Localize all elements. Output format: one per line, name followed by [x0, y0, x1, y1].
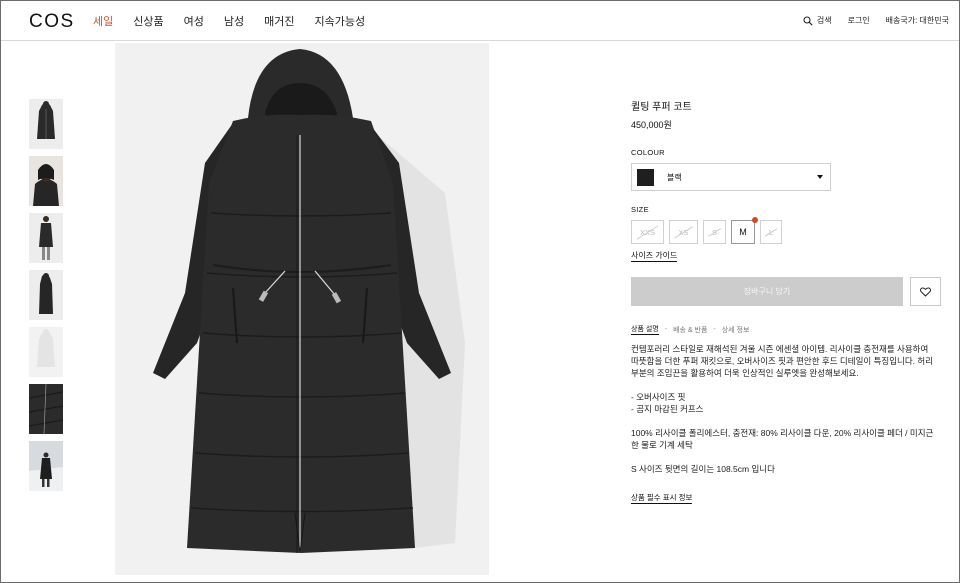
cos-logo[interactable]: COS	[29, 11, 75, 33]
size-option-m[interactable]: M	[731, 217, 758, 244]
thumbnail-gallery	[29, 99, 65, 498]
length-info: S 사이즈 뒷면의 길이는 108.5cm 입니다	[631, 464, 775, 474]
size-option-s[interactable]: S	[703, 220, 726, 244]
thumbnail-front-view[interactable]	[29, 99, 63, 149]
coat-side-image	[39, 273, 53, 314]
add-to-cart-button[interactable]: 장바구니 담기	[631, 277, 903, 306]
main-product-image[interactable]	[115, 43, 489, 575]
search-button[interactable]: 검색	[803, 15, 832, 26]
colour-dropdown[interactable]: 블랙	[631, 163, 831, 191]
coat-thumbnail-image	[37, 101, 55, 139]
size-option-m-label: M	[739, 227, 747, 237]
search-icon	[803, 15, 813, 26]
thumbnail-model-closeup[interactable]	[29, 156, 63, 206]
thumbnail-side-view[interactable]	[29, 270, 63, 320]
login-link[interactable]: 로그인	[848, 15, 870, 26]
product-title: 퀼팅 푸퍼 코트	[631, 102, 692, 113]
material-care: 100% 리사이클 폴리에스터, 충전재: 80% 리사이클 다운, 20% 리…	[631, 428, 934, 450]
low-stock-dot	[752, 217, 758, 223]
size-label: SIZE	[631, 205, 649, 214]
fabric-detail-image	[29, 384, 63, 434]
required-product-info-link[interactable]: 상품 필수 표시 정보	[631, 492, 693, 504]
description-paragraph: 컨템포러리 스타일로 재해석된 겨울 시즌 에센셜 아이템. 리사이클 충전재를…	[631, 344, 934, 378]
feature-list: - 오버사이즈 핏 - 곰지 마감된 커프스	[631, 391, 936, 415]
shipping-country-selector[interactable]: 배송국가: 대한민국	[886, 15, 949, 26]
tab-shipping-returns[interactable]: 배송 & 반품	[673, 325, 707, 335]
feature-item: - 오버사이즈 핏	[631, 392, 686, 402]
main-nav: 세일 신상품 여성 남성 매거진 지속가능성	[93, 13, 385, 29]
nav-item-sustainability[interactable]: 지속가능성	[315, 13, 366, 29]
purchase-actions: 장바구니 담기	[631, 277, 941, 306]
wishlist-button[interactable]	[910, 277, 941, 306]
nav-item-new[interactable]: 신상품	[133, 13, 163, 29]
tab-separator: -	[664, 326, 668, 333]
colour-swatch	[637, 168, 654, 186]
nav-item-women[interactable]: 여성	[184, 13, 204, 29]
heart-icon	[920, 286, 931, 297]
info-tabs: 상품 설명 - 배송 & 반품 - 상세 정보	[631, 324, 941, 335]
size-option-xs[interactable]: XS	[669, 220, 698, 244]
nav-item-sale[interactable]: 세일	[93, 13, 113, 29]
tab-description[interactable]: 상품 설명	[631, 324, 659, 335]
size-option-xxs[interactable]: XXS	[631, 220, 664, 244]
product-price: 450,000원	[631, 120, 672, 130]
size-selector: XXS XS S M L	[631, 217, 941, 244]
thumbnail-back-view[interactable]	[29, 327, 63, 377]
thumbnail-outdoor[interactable]	[29, 441, 63, 491]
colour-label: COLOUR	[631, 148, 665, 157]
chevron-down-icon	[817, 175, 823, 179]
outdoor-image	[29, 441, 63, 491]
thumbnail-model-full[interactable]	[29, 213, 63, 263]
size-option-l[interactable]: L	[760, 220, 782, 244]
tab-separator: -	[713, 326, 716, 333]
model-closeup-image	[29, 156, 63, 206]
product-description: 컨템포러리 스타일로 재해석된 겨울 시즌 에센셜 아이템. 리사이클 충전재를…	[631, 343, 936, 475]
product-info-panel: 퀼팅 푸퍼 코트 450,000원 COLOUR 블랙 SIZE XXS XS …	[631, 98, 941, 505]
tab-details[interactable]: 상세 정보	[722, 325, 750, 335]
search-label: 검색	[816, 16, 832, 25]
size-guide-link[interactable]: 사이즈 가이드	[631, 250, 678, 262]
nav-item-men[interactable]: 남성	[224, 13, 244, 29]
header-utilities: 검색 로그인 배송국가: 대한민국	[787, 15, 949, 26]
quilted-puffer-coat-image	[115, 43, 489, 575]
coat-back-image	[37, 329, 55, 367]
site-header: COS 세일 신상품 여성 남성 매거진 지속가능성 검색 로그인 배송국가: …	[1, 1, 959, 41]
model-full-image	[39, 216, 53, 260]
colour-value: 블랙	[667, 172, 682, 182]
thumbnail-fabric-detail[interactable]	[29, 384, 63, 434]
nav-item-magazine[interactable]: 매거진	[264, 13, 294, 29]
feature-item: - 곰지 마감된 커프스	[631, 404, 704, 414]
